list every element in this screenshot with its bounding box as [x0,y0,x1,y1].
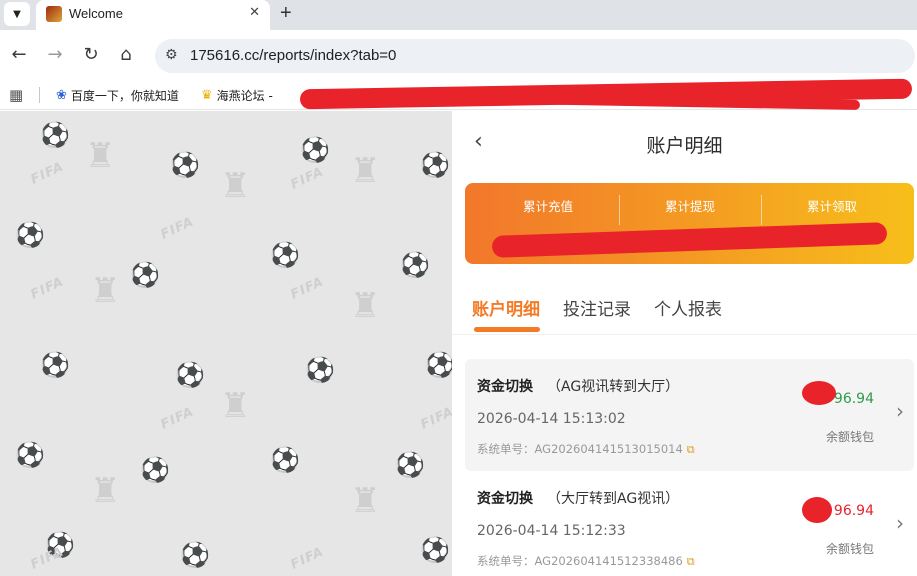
soccer-ball-icon: ⚽ [425,351,452,379]
soccer-ball-icon: ⚽ [300,136,330,164]
trophy-icon: ♜ [350,151,381,191]
baidu-paw-icon: ❀ [56,88,67,103]
soccer-ball-icon: ⚽ [40,121,70,149]
redaction-mark [802,497,832,523]
summary-label: 累计充值 [522,199,573,214]
trophy-icon: ♛ [201,88,213,103]
copy-icon[interactable]: ⧉ [687,443,695,456]
reload-icon[interactable]: ↻ [80,44,102,65]
soccer-ball-icon: ⚽ [130,261,160,289]
transaction-amount: 96.94 [833,503,874,519]
soccer-ball-icon: ⚽ [395,451,425,479]
back-icon[interactable]: ← [8,44,30,65]
transaction-row[interactable]: 资金切换 （大厅转到AG视讯） 2026-04-14 15:12:33 系统单号… [465,471,914,576]
soccer-ball-icon: ⚽ [270,241,300,269]
order-prefix: 系统单号： [477,442,535,456]
transaction-description: （AG视讯转到大厅） [547,379,680,395]
forward-icon[interactable]: → [44,44,66,65]
fifa-watermark: FIFA [158,214,197,243]
bookmark-divider [39,87,40,103]
order-number: 系统单号：AG202604141512338486 ⧉ [477,553,695,569]
page-title: 账户明细 [646,135,723,157]
trophy-icon: ♜ [350,286,381,326]
bookmark-haiyan[interactable]: ♛ 海燕论坛 - [201,87,273,104]
transaction-time: 2026-04-14 15:12:33 [477,523,626,539]
fifa-watermark: FIFA [288,164,327,193]
wallet-label: 余额钱包 [825,542,874,556]
fifa-watermark: FIFA [28,159,67,188]
copy-icon[interactable]: ⧉ [687,555,695,568]
tab-close-icon[interactable]: ✕ [249,5,260,20]
fifa-watermark: FIFA [288,544,327,573]
summary-label: 累计提现 [664,199,715,214]
transaction-type: 资金切换 [477,491,533,507]
browser-toolbar: ← → ↻ ⌂ ⚙ 175616.cc/reports/index?tab=0 [0,30,917,80]
fifa-watermark: FIFA [418,404,452,433]
trophy-icon: ♜ [90,271,121,311]
transaction-row[interactable]: 资金切换 （AG视讯转到大厅） 2026-04-14 15:13:02 系统单号… [465,359,914,471]
soccer-ball-icon: ⚽ [175,361,205,389]
tab-personal-report[interactable]: 个人报表 [654,295,722,320]
trophy-icon: ♜ [90,471,121,511]
soccer-ball-icon: ⚽ [420,536,450,564]
transaction-amount: 96.94 [833,391,874,407]
soccer-ball-icon: ⚽ [180,541,210,569]
browser-tab[interactable]: Welcome ✕ [36,0,270,30]
site-favicon-icon [46,6,62,22]
active-tab-indicator [474,327,540,332]
home-icon[interactable]: ⌂ [115,44,137,65]
trophy-icon: ♜ [350,481,381,521]
order-value: AG202604141512338486 [534,554,683,568]
apps-grid-icon[interactable]: ▦ [9,86,23,104]
soccer-ball-icon: ⚽ [15,441,45,469]
order-value: AG202604141513015014 [534,442,683,456]
fifa-watermark: FIFA [158,404,197,433]
order-prefix: 系统单号： [477,554,535,568]
site-info-icon[interactable]: ⚙ [165,47,178,63]
summary-label: 累计领取 [806,199,857,214]
soccer-ball-icon: ⚽ [270,446,300,474]
bookmark-label: 海燕论坛 - [216,89,273,103]
soccer-ball-icon: ⚽ [170,151,200,179]
address-bar[interactable]: ⚙ 175616.cc/reports/index?tab=0 [155,39,915,73]
record-tabs: 账户明细 投注记录 个人报表 [452,277,917,335]
tab-search-chevron-icon[interactable]: ▼ [4,2,30,26]
soccer-ball-icon: ⚽ [305,356,335,384]
tab-bet-records[interactable]: 投注记录 [563,295,631,320]
bookmark-baidu[interactable]: ❀ 百度一下，你就知道 [56,87,179,104]
decorative-background: ⚽ ♜ FIFA ⚽ FIFA ♜ ⚽ FIFA ♜ ⚽ ⚽ ⚽ ⚽ ⚽ ♜ F… [0,111,452,576]
transaction-time: 2026-04-14 15:13:02 [477,411,626,427]
account-detail-page: ‹ 账户明细 累计充值 累计提现 累计领取 账户明细 投注记录 个人报表 资金切… [452,111,917,576]
wallet-label: 余额钱包 [825,430,874,444]
new-tab-button[interactable]: + [280,2,292,25]
tab-strip: ▼ Welcome ✕ + [0,0,917,30]
tab-title: Welcome [69,6,123,21]
chevron-right-icon[interactable]: › [896,511,904,535]
transaction-type: 资金切换 [477,379,533,395]
trophy-icon: ♜ [220,166,251,206]
soccer-ball-icon: ⚽ [400,251,430,279]
fifa-watermark: FIFA [28,274,67,303]
url-text[interactable]: 175616.cc/reports/index?tab=0 [190,47,396,64]
order-number: 系统单号：AG202604141513015014 ⧉ [477,441,695,457]
fifa-watermark: FIFA [288,274,327,303]
redaction-mark [802,381,836,405]
soccer-ball-icon: ⚽ [420,151,450,179]
soccer-ball-icon: ⚽ [40,351,70,379]
trophy-icon: ♜ [220,386,251,426]
transaction-description: （大厅转到AG视讯） [547,491,680,507]
trophy-icon: ♜ [85,136,116,176]
chevron-right-icon[interactable]: › [896,399,904,423]
page-header: ‹ 账户明细 [452,111,917,173]
soccer-ball-icon: ⚽ [140,456,170,484]
soccer-ball-icon: ⚽ [15,221,45,249]
bookmark-label: 百度一下，你就知道 [70,89,179,103]
tab-account-detail[interactable]: 账户明细 [472,295,540,320]
